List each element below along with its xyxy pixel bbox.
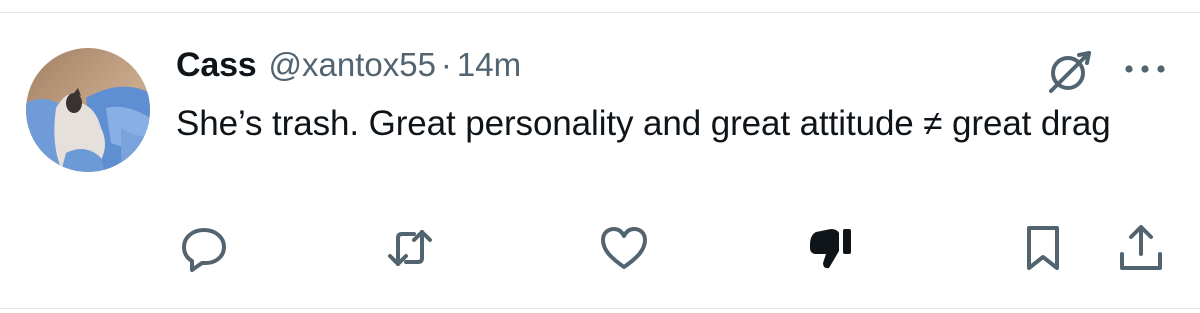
timestamp[interactable]: 14m [457, 46, 521, 84]
reply-icon[interactable] [178, 222, 230, 274]
like-icon[interactable] [598, 222, 650, 274]
tweet-header: Cass @xantox55 · 14m [176, 46, 521, 90]
separator-dot: · [440, 46, 452, 83]
avatar[interactable] [26, 48, 150, 172]
tweet-text: She’s trash. Great personality and great… [176, 104, 1111, 143]
retweet-icon[interactable] [384, 222, 436, 274]
display-name[interactable]: Cass [176, 46, 257, 85]
user-handle[interactable]: @xantox55 [268, 46, 435, 84]
more-icon[interactable] [1121, 57, 1169, 81]
grok-icon[interactable] [1043, 45, 1095, 97]
bottom-divider [0, 308, 1200, 309]
bookmark-icon[interactable] [1017, 222, 1069, 274]
share-icon[interactable] [1115, 222, 1167, 274]
top-divider [0, 12, 1200, 13]
dislike-icon[interactable] [806, 222, 858, 274]
